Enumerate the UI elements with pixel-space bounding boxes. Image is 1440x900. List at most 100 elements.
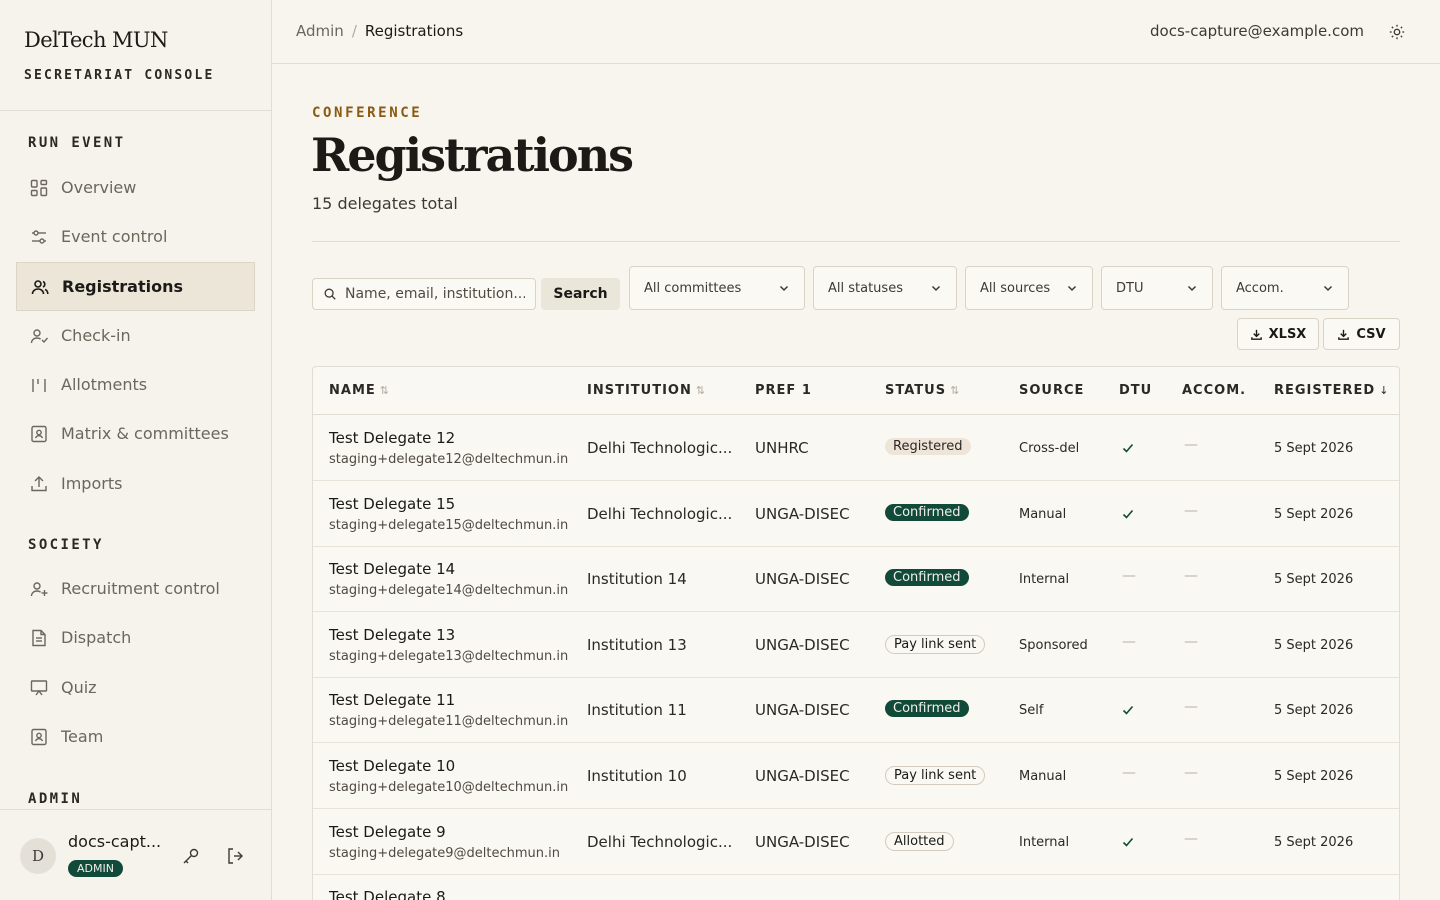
logout-icon[interactable]: [225, 846, 245, 866]
source: Manual: [1019, 506, 1067, 522]
key-icon[interactable]: [181, 846, 201, 866]
sort-icon: ⇅: [695, 384, 707, 397]
breadcrumb-admin[interactable]: Admin: [296, 22, 344, 40]
columns-icon: [32, 378, 46, 392]
institution: Delhi Technologic...: [587, 504, 733, 523]
delegate-name[interactable]: Test Delegate 11: [329, 691, 455, 709]
chevron-down-icon: [1067, 285, 1077, 292]
sidebar-item-dispatch[interactable]: Dispatch: [16, 613, 255, 662]
institution: Institution 13: [587, 635, 687, 654]
export-xlsx-button[interactable]: XLSX: [1237, 318, 1319, 350]
registered-date: 5 Sept 2026: [1274, 834, 1354, 850]
source-filter-value: All sources: [980, 280, 1051, 296]
table-row[interactable]: Test Delegate 13 staging+delegate13@delte…: [313, 612, 1399, 678]
delegate-name[interactable]: Test Delegate 15: [329, 495, 455, 513]
sidebar-item-team[interactable]: Team: [16, 712, 255, 761]
accom-filter[interactable]: Accom.: [1221, 266, 1349, 310]
preference: UNGA-DISEC: [755, 570, 850, 589]
table-row[interactable]: Test Delegate 14 staging+delegate14@delte…: [313, 546, 1399, 613]
source: Cross-del: [1019, 441, 1080, 456]
search-box: [312, 278, 536, 310]
delegate-name[interactable]: Test Delegate 12: [329, 429, 455, 447]
table-row[interactable]: Test Delegate 10 staging+delegate10@delte…: [313, 743, 1399, 809]
column-institution[interactable]: INSTITUTION ⇅: [587, 383, 706, 398]
committee-filter[interactable]: All committees: [629, 266, 805, 310]
check-icon: [1121, 702, 1135, 716]
column-registered[interactable]: REGISTERED ↓: [1274, 383, 1389, 398]
sidebar-item-label: Quiz: [61, 678, 97, 697]
column-name[interactable]: NAME ⇅: [329, 383, 390, 398]
delegate-email: staging+delegate15@deltechmun.in: [329, 517, 569, 533]
status-badge: Registered: [885, 438, 971, 455]
sidebar-item-label: Check-in: [61, 326, 131, 345]
column-status[interactable]: STATUS ⇅: [885, 383, 960, 398]
grid-icon: [30, 179, 48, 196]
sort-icon: ⇅: [950, 384, 961, 397]
source-filter[interactable]: All sources: [965, 266, 1093, 310]
preference: UNGA-DISEC: [755, 635, 850, 654]
sun-icon[interactable]: [1388, 23, 1406, 41]
download-icon: [1338, 329, 1350, 340]
section-society: SOCIETY: [28, 537, 104, 553]
preference: UNHRC: [755, 439, 809, 457]
delegate-email: staging+delegate11@deltechmun.in: [329, 714, 569, 730]
export-csv-button[interactable]: CSV: [1323, 318, 1400, 350]
sidebar-item-registrations[interactable]: Registrations: [16, 262, 255, 311]
breadcrumb-current: Registrations: [364, 22, 464, 40]
brand-name: DelTech MUN: [24, 28, 168, 52]
sidebar-item-event-control[interactable]: Event control: [16, 212, 255, 261]
table-row[interactable]: Test Delegate 8——: [313, 874, 1399, 900]
sidebar-item-label: Team: [61, 727, 104, 746]
column-source-label: SOURCE: [1019, 383, 1085, 398]
section-admin: ADMIN: [28, 791, 83, 807]
sidebar-item-overview[interactable]: Overview: [16, 163, 255, 212]
table-header: NAME ⇅ INSTITUTION ⇅ PREF 1 STATUS ⇅ SOURCE…: [313, 367, 1399, 415]
delegate-name[interactable]: Test Delegate 13: [329, 626, 455, 644]
table-row[interactable]: Test Delegate 15 staging+delegate15@delte…: [313, 481, 1399, 547]
table-row[interactable]: Test Delegate 11 staging+delegate11@delte…: [313, 677, 1399, 744]
dash-icon: —: [1184, 830, 1198, 847]
sidebar-item-recruitment-control[interactable]: Recruitment control: [16, 564, 255, 613]
delegate-name[interactable]: Test Delegate 10: [329, 757, 455, 775]
check-icon: [1121, 834, 1135, 848]
delegate-email: staging+delegate14@deltechmun.in: [329, 583, 569, 599]
sidebar-item-matrix-committees[interactable]: Matrix & committees: [16, 409, 255, 458]
search-input[interactable]: [345, 286, 525, 302]
check-icon: [1121, 506, 1135, 520]
column-pref-label: PREF 1: [755, 383, 812, 398]
sidebar-item-label: Registrations: [62, 277, 184, 296]
dash-icon: —: [1122, 633, 1136, 650]
table-row[interactable]: Test Delegate 12 staging+delegate12@delte…: [313, 415, 1399, 481]
registered-date: 5 Sept 2026: [1274, 637, 1354, 653]
id-card-icon: [31, 425, 47, 442]
dash-icon: —: [1184, 699, 1198, 716]
sidebar-item-quiz[interactable]: Quiz: [16, 663, 255, 712]
source: Manual: [1019, 769, 1067, 784]
status-filter[interactable]: All statuses: [813, 266, 957, 310]
sliders-icon: [32, 229, 46, 244]
dash-icon: —: [1122, 568, 1136, 585]
accom-filter-value: Accom.: [1236, 280, 1284, 296]
delegate-name[interactable]: Test Delegate 8: [329, 888, 446, 900]
search-button[interactable]: Search: [541, 278, 620, 310]
status-badge: Pay link sent: [885, 634, 986, 654]
dtu-filter[interactable]: DTU: [1101, 266, 1213, 310]
delegate-name[interactable]: Test Delegate 14: [329, 560, 455, 578]
column-accom-label: ACCOM.: [1182, 383, 1247, 398]
sidebar-item-imports[interactable]: Imports: [16, 459, 255, 508]
source: Self: [1019, 703, 1044, 719]
user-name: docs-capt...: [68, 832, 162, 851]
status-badge: Confirmed: [885, 569, 969, 587]
user-check-icon: [30, 328, 49, 343]
search-icon: [324, 288, 336, 300]
sidebar-item-check-in[interactable]: Check-in: [16, 311, 255, 360]
delegate-name[interactable]: Test Delegate 9: [329, 823, 446, 841]
document-icon: [32, 629, 46, 646]
id-card-icon: [31, 728, 47, 745]
registrations-table: NAME ⇅ INSTITUTION ⇅ PREF 1 STATUS ⇅ SOURCE…: [312, 366, 1400, 900]
user-plus-icon: [30, 581, 48, 596]
table-row[interactable]: Test Delegate 9 staging+delegate9@deltech…: [313, 809, 1399, 875]
page-subtitle: 15 delegates total: [312, 194, 458, 213]
column-source: SOURCE: [1019, 383, 1084, 398]
sidebar-item-allotments[interactable]: Allotments: [16, 360, 255, 409]
